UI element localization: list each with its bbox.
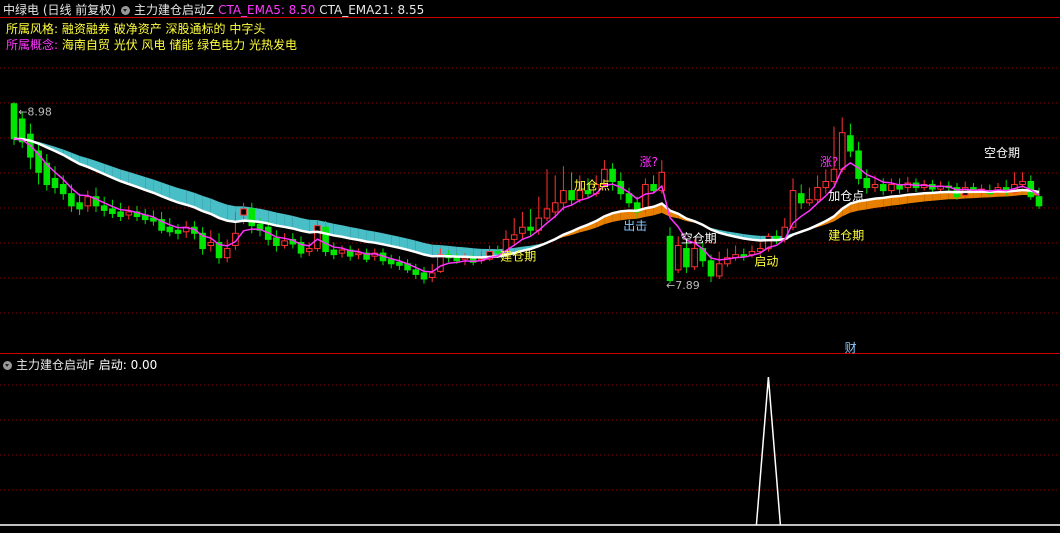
candle-body	[527, 226, 534, 231]
concept-label: 所属概念:	[6, 38, 59, 52]
candle-body	[273, 237, 280, 246]
candle-body	[428, 272, 436, 279]
candle-body	[117, 211, 124, 218]
annotation-label: 空仓期	[681, 231, 717, 245]
high-mark: ←8.98	[18, 105, 52, 118]
sub-panel-header: 主力建仓启动F 启动: 0.00	[3, 358, 157, 372]
annotation-label: 涨?	[640, 154, 658, 169]
candle-body	[609, 168, 616, 182]
style-value: 融资融券 破净资产 深股通标的 中字头	[61, 22, 266, 36]
candle-body	[814, 187, 821, 201]
candle-body	[396, 261, 403, 266]
candle-body	[453, 257, 461, 262]
candle-body	[510, 234, 518, 240]
candle-body	[305, 248, 313, 253]
candle-body	[322, 226, 329, 253]
candle-body	[281, 240, 288, 246]
candle-body	[797, 193, 805, 204]
style-label: 所属风格:	[6, 22, 59, 36]
annotation-label: 财	[845, 341, 857, 355]
candle-body	[420, 272, 428, 280]
candle-body	[1019, 180, 1026, 186]
candle-body	[674, 244, 682, 271]
candle-body	[166, 226, 174, 233]
candle-body	[1035, 196, 1043, 207]
candle-body	[10, 103, 18, 140]
style-info: 所属风格: 融资融券 破净资产 深股通标的 中字头	[6, 22, 265, 36]
candle-body	[560, 190, 567, 204]
candle-body	[68, 193, 75, 207]
candle-body	[519, 226, 526, 234]
candle-body	[59, 184, 67, 195]
annotation-label: 涨?	[820, 154, 838, 169]
candle-body	[847, 135, 854, 152]
candle-body	[625, 193, 633, 204]
candle-body	[125, 211, 133, 216]
candle-body	[109, 208, 116, 214]
candle-body	[100, 205, 108, 211]
concept-info: 所属概念: 海南自贸 光伏 风电 储能 绿色电力 光热发电	[6, 38, 297, 52]
sub-indicator-name[interactable]: 主力建仓启动F	[16, 358, 95, 372]
annotation-label: 启动	[754, 254, 778, 268]
candle-body	[822, 180, 830, 189]
annotation-label: 加仓点	[574, 179, 610, 193]
candle-body	[330, 249, 338, 256]
price-chart[interactable]: ←8.98 ←7.89 加仓点出击 涨? 建仓期 空仓期启动 涨? 加仓点建仓期 空仓期财	[0, 0, 1060, 533]
candle-body	[666, 235, 674, 282]
candle-body	[888, 184, 895, 192]
candle-body	[207, 241, 215, 246]
candle-body	[412, 269, 420, 275]
chart-header: 中绿电 (日线 前复权) 主力建仓启动Z CTA_EMA5: 8.50 CTA_E…	[3, 3, 424, 17]
dropdown-icon[interactable]	[121, 6, 130, 15]
candle-body	[642, 184, 649, 210]
candle-body	[806, 199, 813, 204]
candle-body	[338, 249, 346, 254]
candle-body	[683, 248, 690, 268]
candle-body	[355, 252, 362, 256]
candle-body	[838, 132, 846, 170]
candle-body	[248, 208, 256, 227]
candle-body	[240, 208, 247, 216]
ema21-readout: CTA_EMA21: 8.55	[319, 3, 425, 17]
candle-body	[223, 248, 231, 259]
candle-body	[863, 177, 871, 189]
candle-body	[174, 229, 182, 234]
candle-body	[51, 177, 59, 189]
annotation-label: 出击	[623, 219, 647, 233]
concept-value: 海南自贸 光伏 风电 储能 绿色电力 光热发电	[61, 38, 297, 52]
candle-body	[543, 208, 551, 219]
candle-body	[715, 263, 723, 277]
sub-indicator-value: 启动: 0.00	[98, 358, 158, 372]
annotation-label: 加仓点	[828, 189, 864, 203]
candle-body	[691, 248, 698, 268]
stock-label[interactable]: 中绿电 (日线 前复权)	[3, 3, 116, 17]
candle-body	[84, 196, 92, 207]
ema5-readout: CTA_EMA5: 8.50	[218, 3, 316, 17]
low-mark: ←7.89	[666, 279, 700, 292]
candle-body	[879, 184, 887, 192]
indicator-name[interactable]: 主力建仓启动Z	[134, 3, 214, 17]
ema-band-segment	[456, 246, 465, 257]
dropdown-icon[interactable]	[3, 361, 12, 370]
candle-body	[855, 150, 862, 179]
annotation-label: 建仓期	[500, 250, 536, 264]
candle-body	[871, 184, 879, 189]
candle-body	[314, 225, 321, 250]
candle-body	[650, 184, 657, 192]
candle-body	[740, 254, 748, 257]
annotation-label: 空仓期	[984, 146, 1020, 160]
candle-body	[830, 168, 838, 182]
sub-indicator-panel[interactable]	[0, 376, 1060, 526]
candle-body	[707, 260, 715, 277]
candle-body	[551, 202, 559, 213]
candle-body	[76, 202, 83, 210]
ema-band-segment	[227, 204, 236, 222]
annotation-label: 建仓期	[828, 228, 864, 242]
ema21-line	[13, 137, 1040, 259]
start-signal-spike	[755, 376, 782, 526]
